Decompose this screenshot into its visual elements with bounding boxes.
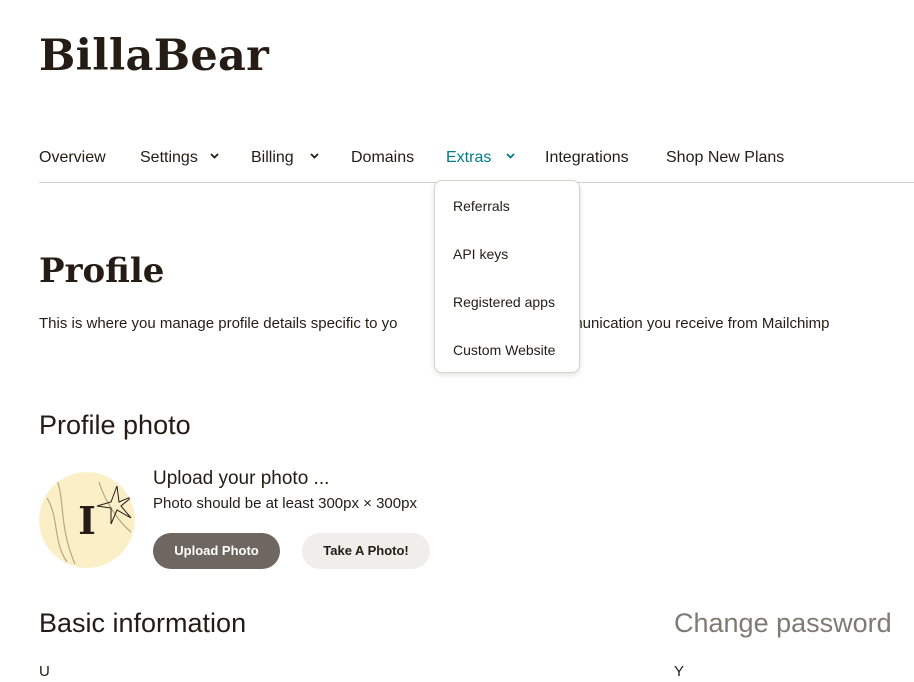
nav-item-shop-new-plans[interactable]: Shop New Plans (666, 148, 784, 168)
nav-item-label: Billing (251, 149, 294, 166)
nav-item-label: Shop New Plans (666, 149, 785, 166)
menu-item-referrals[interactable]: Referrals (453, 197, 510, 215)
change-password-partial-text: Y (674, 663, 685, 680)
nav-item-settings[interactable]: Settings (140, 148, 219, 168)
avatar[interactable]: I (39, 472, 135, 568)
change-password-heading: Change password (674, 608, 892, 638)
chevron-down-icon (310, 153, 319, 160)
intro-text-left: This is where you manage profile details… (39, 315, 398, 332)
brand-logo[interactable]: BillaBear (39, 28, 269, 84)
nav-item-label: Domains (351, 149, 415, 166)
upload-photo-button[interactable]: Upload Photo (153, 533, 280, 569)
upload-photo-hint: Photo should be at least 300px × 300px (153, 495, 417, 512)
profile-photo-heading: Profile photo (39, 410, 191, 440)
menu-item-custom-website[interactable]: Custom Website (453, 341, 555, 359)
nav-item-label: Integrations (545, 149, 629, 166)
nav-item-label: Overview (39, 149, 106, 166)
chevron-down-icon (506, 153, 515, 160)
nav-item-overview[interactable]: Overview (39, 148, 106, 168)
page-title: Profile (39, 251, 165, 291)
menu-item-api-keys[interactable]: API keys (453, 245, 508, 263)
main-nav: Overview Settings Billing Domains Extras… (39, 144, 914, 183)
nav-item-label: Settings (140, 149, 198, 166)
nav-item-domains[interactable]: Domains (351, 148, 414, 168)
basic-information-heading: Basic information (39, 608, 247, 638)
menu-item-registered-apps[interactable]: Registered apps (453, 293, 555, 311)
basic-info-partial-label: U (39, 663, 50, 680)
upload-photo-title: Upload your photo ... (153, 468, 330, 489)
nav-item-billing[interactable]: Billing (251, 148, 319, 168)
extras-dropdown-menu: Referrals API keys Registered apps Custo… (434, 180, 580, 373)
nav-item-label: Extras (446, 149, 492, 166)
nav-item-integrations[interactable]: Integrations (545, 148, 629, 168)
avatar-illustration: I (39, 472, 135, 568)
avatar-letter: I (78, 498, 96, 543)
chevron-down-icon (210, 153, 219, 160)
take-photo-button[interactable]: Take A Photo! (302, 533, 430, 569)
nav-item-extras[interactable]: Extras (446, 148, 515, 168)
